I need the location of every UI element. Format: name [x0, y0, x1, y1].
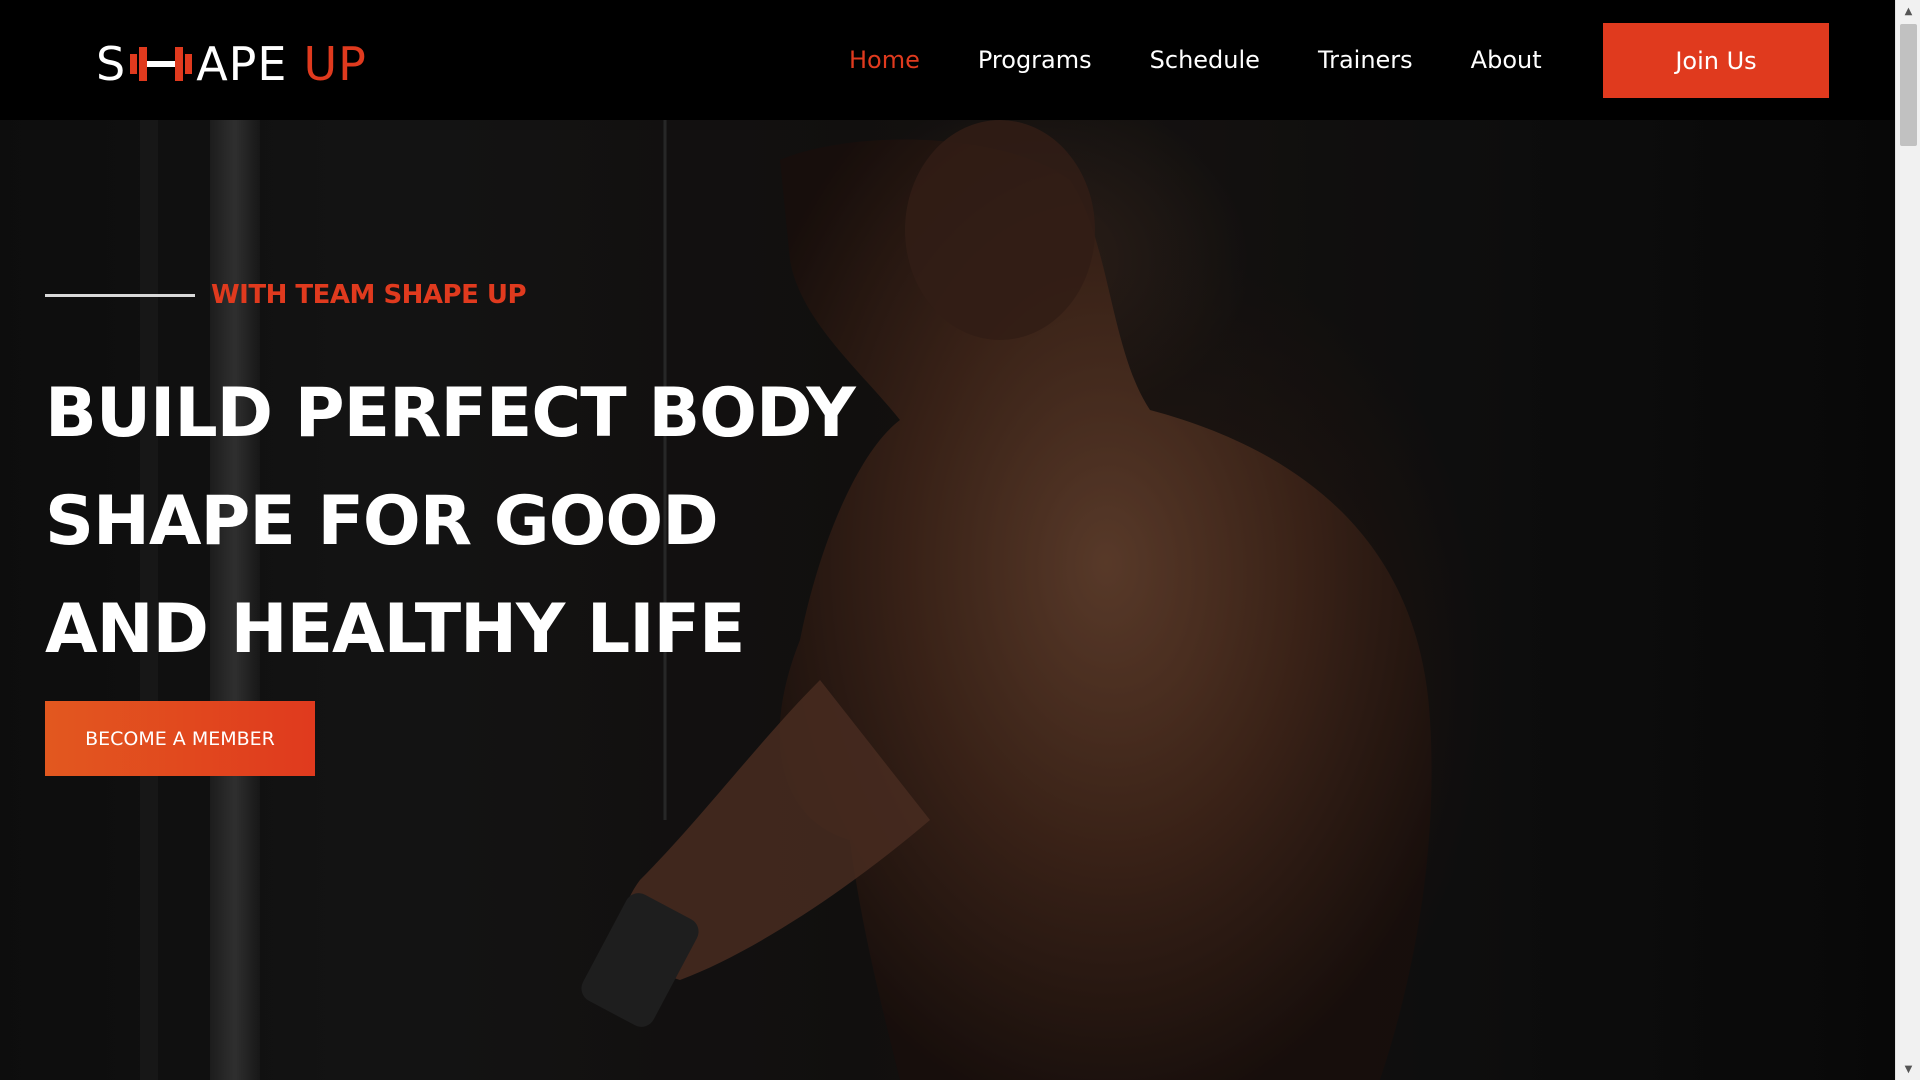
headline-line-1: BUILD PERFECT BODY — [45, 374, 856, 453]
main-nav: Home Programs Schedule Trainers About — [820, 0, 1571, 120]
join-us-button[interactable]: Join Us — [1603, 23, 1829, 98]
headline-line-3: AND HEALTHY LIFE — [45, 590, 745, 669]
scrollbar-thumb[interactable] — [1900, 24, 1917, 146]
tagline-text: WITH TEAM SHAPE UP — [211, 280, 527, 310]
top-navbar: S APE UP Home Programs Schedule Trainers… — [0, 0, 1895, 120]
logo-word-ape: APE — [196, 37, 288, 91]
nav-about[interactable]: About — [1442, 0, 1571, 120]
hero-section: WITH TEAM SHAPE UP BUILD PERFECT BODY SH… — [0, 120, 1895, 1080]
hero-tagline: WITH TEAM SHAPE UP — [45, 280, 527, 310]
nav-programs[interactable]: Programs — [949, 0, 1121, 120]
logo-word-up: UP — [303, 37, 367, 91]
logo-letter-s: S — [96, 37, 127, 91]
brand-logo[interactable]: S APE UP — [96, 37, 367, 91]
dumbbell-icon — [130, 47, 193, 81]
chevron-up-icon[interactable]: ▲ — [1896, 0, 1920, 22]
headline-line-2: SHAPE FOR GOOD — [45, 482, 719, 561]
nav-trainers[interactable]: Trainers — [1289, 0, 1442, 120]
page-scrollbar[interactable]: ▲ ▼ — [1895, 0, 1920, 1080]
tagline-divider — [45, 293, 195, 297]
become-member-button[interactable]: BECOME A MEMBER — [45, 701, 315, 776]
nav-schedule[interactable]: Schedule — [1121, 0, 1289, 120]
chevron-down-icon[interactable]: ▼ — [1896, 1058, 1920, 1080]
hero-headline: BUILD PERFECT BODY SHAPE FOR GOOD AND HE… — [45, 360, 905, 684]
nav-home[interactable]: Home — [820, 0, 949, 120]
